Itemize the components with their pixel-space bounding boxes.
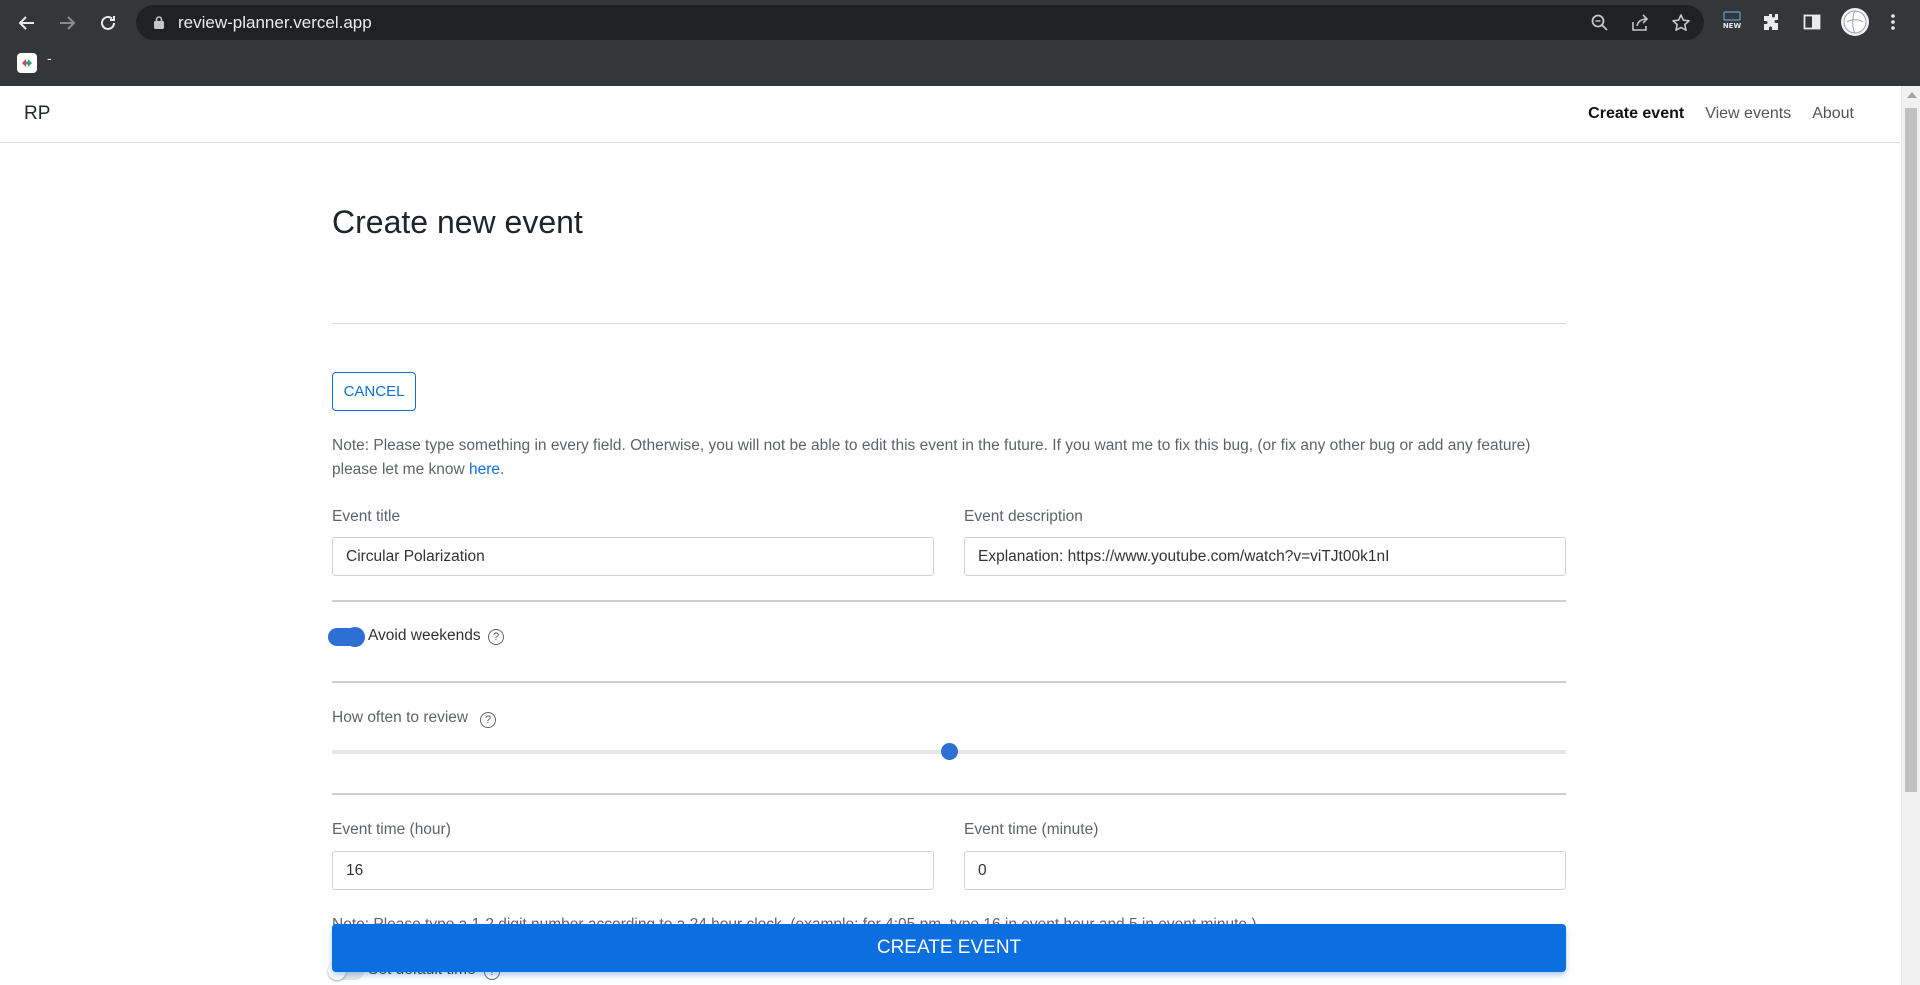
slider-handle[interactable]	[940, 743, 958, 760]
address-bar[interactable]: review-planner.vercel.app	[136, 5, 1704, 40]
create-event-button[interactable]: CREATE EVENT	[332, 924, 1566, 972]
review-frequency-label: How often to review	[332, 709, 469, 726]
page-title: Create new event	[332, 204, 583, 240]
section-divider-1	[332, 600, 1566, 602]
page-viewport: RP Create event View events About Create…	[0, 86, 1920, 985]
share-icon[interactable]	[1630, 13, 1650, 33]
event-hour-input[interactable]: 16	[332, 851, 934, 890]
top-navbar: RP Create event View events About	[0, 86, 1900, 143]
event-minute-label: Event time (minute)	[964, 821, 1099, 838]
profile-avatar[interactable]	[1841, 8, 1869, 36]
reload-icon[interactable]	[94, 9, 122, 37]
forward-arrow-icon[interactable]	[53, 9, 81, 37]
url-text: review-planner.vercel.app	[178, 13, 372, 32]
scroll-up-arrow-icon[interactable]	[1907, 92, 1917, 98]
extension-new-icon[interactable]: NEW	[1721, 10, 1743, 32]
puzzle-icon[interactable]	[1760, 11, 1782, 33]
event-hour-label: Event time (hour)	[332, 821, 451, 838]
nav-view-events[interactable]: View events	[1705, 105, 1791, 123]
nav-create-event[interactable]: Create event	[1588, 105, 1684, 123]
nav-about[interactable]: About	[1812, 105, 1854, 123]
note-text: Note: Please type something in every fie…	[332, 437, 1531, 478]
browser-chrome: review-planner.vercel.app NEW -	[0, 0, 1920, 86]
brand-logo[interactable]: RP	[24, 103, 50, 125]
bookmark-label[interactable]: -	[47, 50, 52, 66]
event-description-label: Event description	[964, 508, 1083, 525]
note-end: .	[500, 461, 505, 478]
avoid-weekends-switch[interactable]	[328, 628, 364, 646]
title-divider	[332, 323, 1566, 324]
edit-warning-note: Note: Please type something in every fie…	[332, 434, 1566, 482]
lock-icon	[154, 16, 164, 29]
switch-knob	[346, 628, 364, 646]
contact-link[interactable]: here	[469, 461, 500, 478]
avoid-weekends-label: Avoid weekends	[368, 627, 481, 644]
side-panel-icon[interactable]	[1801, 11, 1823, 33]
back-arrow-icon[interactable]	[13, 9, 41, 37]
bookmarks-bar: -	[0, 44, 1920, 86]
scroll-thumb[interactable]	[1905, 108, 1917, 792]
event-minute-input[interactable]: 0	[964, 851, 1566, 890]
help-circle-icon[interactable]: ?	[480, 712, 496, 728]
zoom-icon[interactable]	[1590, 13, 1610, 33]
help-circle-icon[interactable]: ?	[488, 629, 504, 645]
event-description-input[interactable]: Explanation: https://www.youtube.com/wat…	[964, 537, 1566, 576]
svg-text:NEW: NEW	[1723, 22, 1742, 30]
event-title-input[interactable]: Circular Polarization	[332, 537, 934, 576]
section-divider-2	[332, 681, 1566, 683]
star-icon[interactable]	[1671, 13, 1691, 33]
section-divider-3	[332, 793, 1566, 795]
page-scrollbar[interactable]	[1901, 86, 1920, 985]
browser-toolbar: review-planner.vercel.app NEW	[0, 0, 1920, 44]
kebab-menu-icon[interactable]	[1882, 11, 1904, 33]
cancel-button[interactable]: CANCEL	[332, 372, 416, 411]
bookmark-favicon[interactable]	[17, 53, 37, 73]
event-title-label: Event title	[332, 508, 401, 525]
nav-links: Create event View events About	[1588, 105, 1854, 123]
